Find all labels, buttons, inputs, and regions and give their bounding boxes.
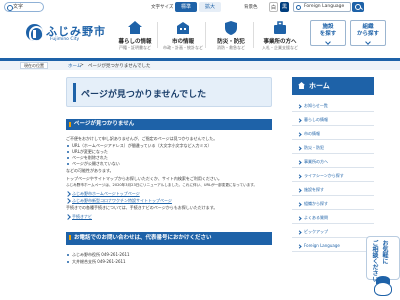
top-page-link[interactable]: ふじみ野市ホームページトップページ — [72, 191, 140, 197]
nav-divider — [157, 22, 158, 48]
sidebar-item-life-scene[interactable]: ライフシーンから探す — [292, 170, 374, 182]
nav-sublabel: 市政・計画・統計など — [163, 45, 203, 50]
sidebar-item-city-info[interactable]: 市の情報 — [292, 128, 374, 140]
page-title-banner: ページが見つかりませんでした — [66, 77, 272, 107]
sidebar-item-living[interactable]: 暮らしの情報 — [292, 114, 374, 126]
phone-item: ふじみ野市役所 049-261-2611 — [67, 252, 130, 257]
procedure-text: 手続きでの各種手続きについては、手続きナビのページからもお探しいただけます。 — [66, 205, 218, 210]
site-name-en: Fujimino City — [50, 37, 80, 42]
text-size-label: 文字サイズ — [151, 5, 174, 10]
foreign-language-select[interactable]: Foreign Language — [293, 2, 351, 12]
consultation-text-1: お気軽に — [381, 240, 388, 264]
mascot-icon — [374, 282, 392, 296]
utility-bar: 文字 文字サイズ 標準 拡大 背景色 白 黒 Foreign Language — [0, 0, 400, 14]
sidebar-item-faq[interactable]: よくある質問 — [292, 212, 374, 224]
breadcrumb — [0, 61, 400, 70]
nav-divider — [205, 22, 206, 48]
section-heading-not-found: ページが見つかりません — [66, 119, 272, 130]
reason-item: ページが公開されていない — [67, 161, 120, 166]
nav-divider — [253, 22, 254, 48]
facility-label: 施設 — [322, 24, 334, 30]
sidebar-item-organization[interactable]: 組織から探す — [292, 198, 374, 210]
reasons-note: などの可能性があります。 — [66, 168, 114, 173]
section-heading-phone: お電話でのお問い合わせは、代表番号におかけください — [66, 232, 272, 245]
organization-label: 組織 — [362, 24, 374, 30]
organization-label-sub: から探す — [356, 31, 379, 37]
sidebar-item-foreign-language[interactable]: Foreign Language — [292, 240, 374, 252]
chevron-down-icon — [365, 39, 371, 45]
renewal-text: ふじみ野市ホームページは、2020年3月23日にリニューアルしました。これに伴い… — [66, 183, 258, 187]
language-label: 文字 — [13, 4, 24, 10]
breadcrumb-separator: > — [80, 62, 84, 68]
nav-sublabel: 消防・救急など — [217, 45, 245, 50]
background-dark-button[interactable]: 黒 — [280, 2, 289, 12]
nav-label: 市の情報 — [171, 39, 194, 45]
nav-living[interactable]: 暮らしの情報 戸籍・証明書など — [112, 14, 158, 54]
nav-sublabel: 入札・企業支援など — [262, 45, 298, 50]
facility-label-sub: を探す — [319, 31, 337, 37]
search-button[interactable] — [352, 2, 364, 12]
briefcase-icon — [274, 21, 286, 34]
phone-item: 大井総合支所 049-261-2611 — [67, 259, 126, 264]
nav-label: 事業所の方へ — [263, 39, 297, 45]
title-accent-bar — [73, 83, 76, 102]
chevron-down-icon — [325, 39, 331, 45]
consultation-text-2: ご相談ください — [371, 240, 378, 282]
language-button[interactable]: 文字 — [4, 2, 44, 12]
procedure-navi-link[interactable]: 手続きナビ — [72, 214, 92, 220]
nav-business[interactable]: 事業所の方へ 入札・企業支援など — [256, 14, 304, 54]
intro-text: ご不便をおかけして申し訳ありませんが、ご指定のページは見つかりませんでした。 — [66, 136, 218, 141]
page-title: ページが見つかりませんでした — [81, 90, 207, 100]
sidebar-item-disaster[interactable]: 防災・防犯 — [292, 142, 374, 154]
home-icon — [298, 82, 305, 89]
sidebar-item-business[interactable]: 事業所の方へ — [292, 156, 374, 168]
sidebar-heading-label: ホーム — [309, 82, 330, 90]
city-logo-icon[interactable] — [26, 24, 43, 41]
nav-city-info[interactable]: 市の情報 市政・計画・統計など — [160, 14, 206, 54]
guide-text: トップページやサイトマップからお探しいただくか、サイト内検索をご利用ください。 — [66, 176, 222, 181]
sidebar-item-news[interactable]: お知らせ一覧 — [292, 100, 374, 112]
building-icon — [177, 22, 189, 34]
find-facility-button[interactable]: 施設 を探す — [310, 20, 346, 46]
consultation-banner[interactable]: お気軽に ご相談ください — [366, 236, 400, 300]
breadcrumb-label: 現在の位置 — [20, 62, 48, 69]
sidebar-item-facilities[interactable]: 施設を探す — [292, 184, 374, 196]
text-size-standard-button[interactable]: 標準 — [175, 2, 197, 12]
find-organization-button[interactable]: 組織 から探す — [350, 20, 386, 46]
background-white-button[interactable]: 白 — [269, 2, 278, 12]
sidebar-item-pickup[interactable]: ピックアップ — [292, 226, 374, 238]
text-size-large-button[interactable]: 拡大 — [199, 2, 221, 12]
page-root: { "utility": { "language_label": "文字", "… — [0, 0, 400, 300]
house-icon — [128, 21, 142, 34]
shield-icon — [225, 21, 237, 35]
vaccine-site-link[interactable]: ふじみ野市新型コロナワクチン特設サイトトップページ — [72, 198, 172, 204]
nav-sublabel: 戸籍・証明書など — [119, 45, 151, 50]
sidebar-heading[interactable]: ホーム — [292, 77, 374, 95]
background-color-label: 背景色 — [244, 5, 258, 10]
nav-label: 暮らしの情報 — [118, 39, 152, 45]
nav-label: 防災・防犯 — [217, 39, 245, 45]
breadcrumb-current: ページが見つかりませんでした — [88, 63, 151, 69]
nav-disaster-prevention[interactable]: 防災・防犯 消防・救急など — [208, 14, 254, 54]
